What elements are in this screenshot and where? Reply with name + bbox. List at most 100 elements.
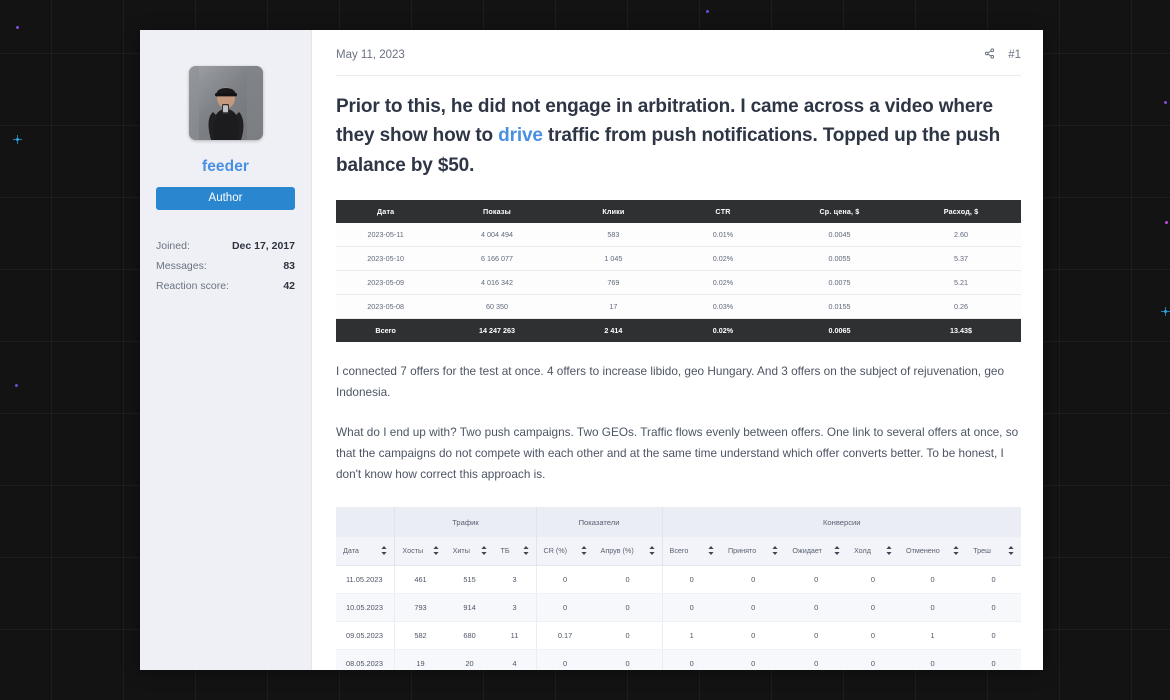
post-permalink[interactable]: #1	[1008, 49, 1021, 61]
cell-trash: 0	[966, 621, 1021, 651]
cell-cancelled: 0	[899, 649, 967, 670]
background-dot-purple	[15, 384, 18, 387]
cell-accepted: 0	[720, 621, 786, 651]
cell-pending: 0	[785, 565, 847, 595]
post-header: May 11, 2023 #1	[336, 46, 1021, 76]
column-header-label: CR (%)	[543, 546, 568, 556]
column-header-hold[interactable]: Холд	[846, 537, 899, 567]
sort-icon[interactable]	[1008, 546, 1014, 556]
column-header-cr[interactable]: CR (%)	[535, 537, 594, 567]
cell-total-clicks: 2 414	[558, 318, 669, 343]
column-header-tb[interactable]: ТБ	[493, 537, 536, 567]
cell-tb: 4	[493, 649, 536, 670]
sort-icon[interactable]	[708, 546, 714, 556]
sort-icon[interactable]	[772, 546, 778, 556]
cell-ctr: 0.03%	[668, 294, 778, 320]
sort-icon[interactable]	[381, 546, 388, 556]
cell-hold: 0	[846, 593, 899, 623]
cell-total: 0	[661, 649, 721, 670]
avatar[interactable]	[188, 66, 263, 140]
column-header-label: Отменено	[906, 546, 940, 556]
cell-clicks: 769	[558, 270, 669, 296]
column-header-date[interactable]: Дата	[336, 537, 395, 567]
column-header-hosts[interactable]: Хосты	[394, 537, 446, 567]
cell-hits: 20	[445, 649, 494, 670]
column-header-clicks: Клики	[558, 200, 669, 224]
sort-icon[interactable]	[834, 546, 840, 556]
cell-ctr: 0.02%	[668, 270, 778, 296]
cell-trash: 0	[966, 649, 1021, 670]
group-header-traffic: Трафик	[394, 507, 537, 538]
sort-icon[interactable]	[580, 546, 587, 556]
background-dot-purple	[16, 26, 19, 29]
background-dot-blue	[13, 135, 22, 144]
post-title-link[interactable]: drive	[498, 125, 543, 146]
cell-accepted: 0	[720, 649, 786, 670]
cell-total: 0	[661, 565, 721, 595]
column-header-ctr: CTR	[668, 200, 778, 224]
table-column-header-row: Дата Хосты Хиты ТБ CR (%) Апрув (%) Всег…	[336, 537, 1021, 567]
stat-label: Reaction score:	[156, 280, 229, 292]
conversions-table: Трафик Показатели Конверсии Дата Хосты Х…	[336, 507, 1021, 670]
post-date: May 11, 2023	[336, 49, 405, 61]
cell-accepted: 0	[720, 593, 786, 623]
sort-icon[interactable]	[480, 546, 487, 556]
cell-date: 10.05.2023	[336, 593, 395, 623]
background-dot-purple	[1164, 101, 1167, 104]
sort-icon[interactable]	[953, 546, 959, 556]
table-row: 2023-05-08 60 350 17 0.03% 0.0155 0.26	[336, 294, 1021, 320]
cell-pending: 0	[785, 593, 847, 623]
column-header-accepted[interactable]: Принято	[720, 537, 786, 567]
share-icon[interactable]	[984, 46, 995, 64]
column-header-cancelled[interactable]: Отменено	[899, 537, 967, 567]
cell-impressions: 6 166 077	[435, 246, 559, 272]
cell-date: 11.05.2023	[336, 565, 395, 595]
column-header-approve[interactable]: Апрув (%)	[593, 537, 663, 567]
sort-icon[interactable]	[648, 546, 655, 556]
table-row: 2023-05-09 4 016 342 769 0.02% 0.0075 5.…	[336, 270, 1021, 296]
cell-hosts: 582	[394, 621, 446, 651]
cell-hits: 680	[445, 621, 494, 651]
stat-row-messages: Messages: 83	[156, 256, 295, 276]
cell-spend: 5.21	[901, 270, 1021, 296]
cell-avg-price: 0.0155	[777, 294, 902, 320]
column-header-label: Ожидает	[792, 546, 822, 556]
post-content: May 11, 2023 #1 Prior to this, he did no…	[312, 30, 1043, 670]
column-header-hits[interactable]: Хиты	[445, 537, 494, 567]
column-header-label: Всего	[669, 546, 689, 556]
paragraph-offers: I connected 7 offers for the test at onc…	[336, 364, 1005, 400]
sort-icon[interactable]	[432, 546, 439, 556]
author-badge[interactable]: Author	[156, 187, 295, 210]
sort-icon[interactable]	[522, 546, 529, 556]
column-header-pending[interactable]: Ожидает	[785, 537, 847, 567]
background-dot-purple	[706, 10, 709, 13]
cell-date: 2023-05-08	[336, 294, 436, 320]
table-total-row: Всего 14 247 263 2 414 0.02% 0.0065 13.4…	[336, 318, 1021, 343]
column-header-label: Принято	[727, 546, 757, 556]
cell-hits: 515	[445, 565, 494, 595]
cell-date: 2023-05-09	[336, 270, 436, 296]
stat-value: 83	[283, 260, 295, 272]
column-header-trash[interactable]: Треш	[966, 537, 1021, 567]
cell-impressions: 4 004 494	[435, 223, 559, 248]
author-username[interactable]: feeder	[156, 158, 295, 176]
column-header-total[interactable]: Всего	[661, 537, 721, 567]
column-header-label: Треш	[973, 546, 991, 556]
table-row: 09.05.2023 582 680 11 0.17 0 1 0 0 0 1 0	[336, 621, 1021, 651]
cell-total-impressions: 14 247 263	[435, 318, 559, 343]
cell-impressions: 4 016 342	[435, 270, 559, 296]
cell-total: 1	[661, 621, 721, 651]
cell-cancelled: 0	[899, 593, 967, 623]
cell-tb: 11	[493, 621, 536, 651]
cell-hosts: 461	[394, 565, 446, 595]
column-header-impressions: Показы	[435, 200, 559, 224]
cell-date: 2023-05-10	[336, 246, 436, 272]
paragraph-campaigns: What do I end up with? Two push campaign…	[336, 425, 1019, 482]
table-group-header-row: Трафик Показатели Конверсии	[336, 507, 1021, 538]
cell-cr: 0	[535, 565, 594, 595]
cell-date: 08.05.2023	[336, 649, 395, 670]
cell-tb: 3	[493, 565, 536, 595]
stat-label: Joined:	[156, 240, 190, 252]
sort-icon[interactable]	[886, 546, 892, 556]
table-row: 08.05.2023 19 20 4 0 0 0 0 0 0 0 0	[336, 649, 1021, 670]
